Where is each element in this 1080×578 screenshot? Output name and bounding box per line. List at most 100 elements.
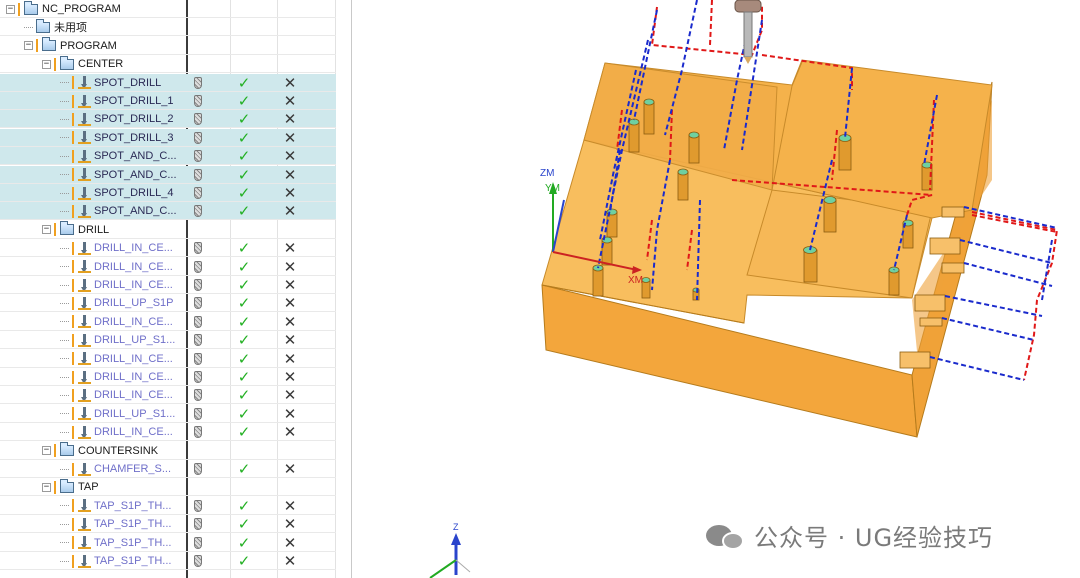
expander-icon[interactable]: − — [42, 482, 51, 492]
tree-operation-row[interactable]: SPOT_DRILL_3 ✓ ✕ — [0, 128, 336, 147]
tree-node[interactable]: DRILL_IN_CE... — [60, 258, 173, 276]
status-bar-icon — [72, 388, 74, 402]
expander-icon[interactable]: − — [24, 41, 33, 51]
tree-node[interactable]: DRILL_IN_CE... — [60, 350, 173, 368]
operation-icon — [78, 517, 91, 531]
status-bar-icon — [72, 517, 74, 531]
tree-operation-row[interactable]: DRILL_IN_CE... ✓ ✕ — [0, 350, 336, 368]
tree-node[interactable]: SPOT_DRILL_3 — [60, 129, 173, 147]
check-icon: ✓ — [237, 404, 251, 423]
check-icon: ✓ — [237, 423, 251, 442]
tree-connector — [60, 394, 69, 396]
tree-node[interactable]: 未用项 — [24, 18, 87, 36]
tree-operation-row[interactable]: DRILL_IN_CE... ✓ ✕ — [0, 258, 336, 276]
tree-operation-row[interactable]: TAP_S1P_TH... ✓ ✕ — [0, 534, 336, 552]
tree-operation-row[interactable]: DRILL_IN_CE... ✓ ✕ — [0, 386, 336, 405]
tree-operation-row[interactable]: DRILL_IN_CE... ✓ ✕ — [0, 423, 336, 442]
tree-operation-row[interactable]: SPOT_DRILL_2 ✓ ✕ — [0, 110, 336, 129]
tree-node-label: NC_PROGRAM — [42, 3, 121, 15]
tree-node[interactable]: − PROGRAM — [24, 37, 117, 55]
tree-node[interactable]: SPOT_AND_C... — [60, 147, 177, 165]
tree-group-row[interactable]: − DRILL — [0, 221, 336, 239]
tree-connector — [60, 413, 69, 415]
tree-node-label: SPOT_AND_C... — [94, 205, 177, 218]
tree-node[interactable]: DRILL_IN_CE... — [60, 423, 173, 441]
tree-operation-row[interactable]: SPOT_AND_C... ✓ ✕ — [0, 202, 336, 221]
status-bar-icon — [72, 296, 74, 310]
cross-icon: ✕ — [283, 202, 297, 221]
tree-operation-row[interactable]: SPOT_AND_C... ✓ ✕ — [0, 165, 336, 184]
tool-icon — [194, 555, 202, 567]
tree-connector — [60, 100, 69, 102]
tree-operation-row[interactable]: DRILL_IN_CE... ✓ ✕ — [0, 368, 336, 386]
tree-node-label: TAP — [78, 481, 99, 494]
part-3d-view[interactable] — [352, 0, 1080, 578]
tree-node[interactable]: TAP_S1P_TH... — [60, 552, 171, 570]
tree-operation-row[interactable]: DRILL_UP_S1P ✓ ✕ — [0, 294, 336, 313]
tree-node[interactable]: DRILL_IN_CE... — [60, 368, 173, 386]
tree-node[interactable]: DRILL_IN_CE... — [60, 313, 173, 331]
tree-node[interactable]: DRILL_IN_CE... — [60, 239, 173, 257]
tree-connector — [60, 542, 69, 544]
tree-operation-row[interactable]: TAP_S1P_TH... ✓ ✕ — [0, 497, 336, 515]
wcs-ym-label: YM — [545, 183, 560, 194]
tree-node[interactable]: CHAMFER_S... — [60, 460, 171, 478]
tree-node[interactable]: − COUNTERSINK — [42, 442, 158, 460]
tree-node[interactable]: DRILL_UP_S1... — [60, 405, 175, 423]
tree-node[interactable]: DRILL_UP_S1... — [60, 331, 175, 349]
tree-node[interactable]: SPOT_AND_C... — [60, 166, 177, 184]
tree-node[interactable]: TAP_S1P_TH... — [60, 515, 171, 533]
expander-icon[interactable]: − — [42, 225, 51, 235]
tree-operation-row[interactable]: SPOT_DRILL_1 ✓ ✕ — [0, 92, 336, 110]
tree-operation-row[interactable]: DRILL_IN_CE... ✓ ✕ — [0, 239, 336, 258]
wcs-zm-label: ZM — [540, 168, 555, 179]
expander-icon[interactable]: − — [42, 446, 51, 456]
tree-node[interactable]: − NC_PROGRAM — [6, 0, 121, 18]
tree-node[interactable]: SPOT_DRILL — [60, 74, 161, 92]
tree-node[interactable]: DRILL_IN_CE... — [60, 276, 173, 294]
check-icon: ✓ — [237, 73, 251, 92]
tree-connector — [60, 339, 69, 341]
tree-operation-row[interactable]: TAP_S1P_TH... ✓ ✕ — [0, 515, 336, 534]
tree-node[interactable]: TAP_S1P_TH... — [60, 534, 171, 552]
tree-node-label: DRILL_IN_CE... — [94, 242, 173, 255]
tree-group-row[interactable]: − NC_PROGRAM — [0, 0, 336, 18]
tree-node[interactable]: SPOT_DRILL_4 — [60, 184, 173, 202]
operation-icon — [78, 112, 91, 126]
tree-operation-row[interactable]: SPOT_DRILL_4 ✓ ✕ — [0, 184, 336, 202]
tree-operation-row[interactable]: TAP_S1P_TH... ✓ ✕ — [0, 552, 336, 570]
operation-icon — [78, 186, 91, 200]
tree-node[interactable]: − CENTER — [42, 55, 123, 73]
expander-icon[interactable]: − — [6, 4, 15, 14]
tree-node[interactable]: TAP_S1P_TH... — [60, 497, 171, 515]
tree-operation-row[interactable]: DRILL_UP_S1... ✓ ✕ — [0, 331, 336, 350]
tree-node[interactable]: SPOT_DRILL_2 — [60, 110, 173, 128]
tree-connector — [60, 284, 69, 286]
tree-operation-row[interactable]: SPOT_AND_C... ✓ ✕ — [0, 147, 336, 166]
status-bar-icon — [54, 480, 56, 494]
tree-operation-row[interactable]: DRILL_IN_CE... ✓ ✕ — [0, 276, 336, 294]
tree-node[interactable]: DRILL_IN_CE... — [60, 386, 173, 404]
tree-group-row[interactable]: − COUNTERSINK — [0, 442, 336, 460]
tree-operation-row[interactable]: CHAMFER_S... ✓ ✕ — [0, 460, 336, 478]
expander-icon[interactable]: − — [42, 59, 51, 69]
tree-node[interactable]: SPOT_DRILL_1 — [60, 92, 173, 110]
tree-operation-row[interactable]: DRILL_UP_S1... ✓ ✕ — [0, 405, 336, 423]
graphics-viewport[interactable]: ZM YM XM Z — [352, 0, 1080, 578]
tree-operation-row[interactable]: DRILL_IN_CE... ✓ ✕ — [0, 313, 336, 331]
tree-connector — [60, 174, 69, 176]
tree-connector — [60, 358, 69, 360]
tree-node[interactable]: − DRILL — [42, 221, 109, 239]
tree-group-row[interactable]: − CENTER — [0, 55, 336, 74]
wcs-xm-label: XM — [628, 275, 643, 286]
cross-icon: ✕ — [283, 386, 297, 405]
tree-group-row[interactable]: − TAP — [0, 478, 336, 497]
tree-group-row[interactable]: 未用项 — [0, 18, 336, 37]
check-icon: ✓ — [237, 312, 251, 331]
tree-node[interactable]: − TAP — [42, 478, 99, 496]
tree-node[interactable]: SPOT_AND_C... — [60, 202, 177, 220]
tree-group-row[interactable]: − PROGRAM — [0, 37, 336, 55]
tree-node[interactable]: DRILL_UP_S1P — [60, 294, 174, 312]
tree-operation-row[interactable]: SPOT_DRILL ✓ ✕ — [0, 73, 336, 92]
tool-icon — [194, 389, 202, 402]
